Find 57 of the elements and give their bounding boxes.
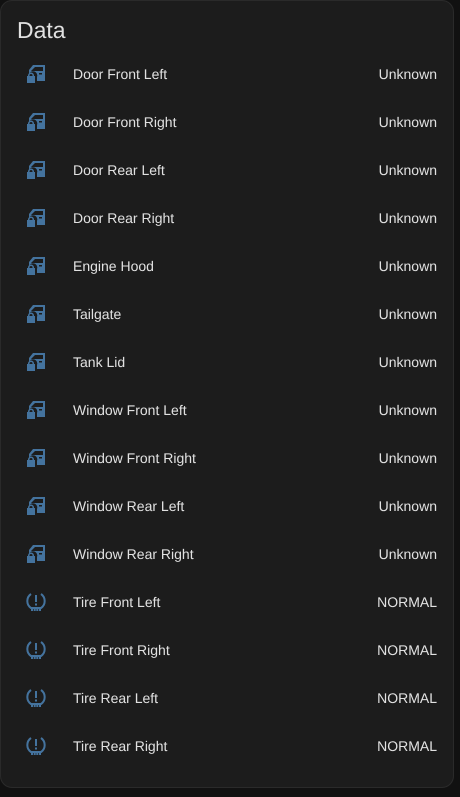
entity-state: Unknown [378,210,437,226]
entity-name: Window Front Left [73,402,188,418]
entity-state: Unknown [378,306,437,322]
entity-state: NORMAL [377,690,437,706]
card-title: Data [16,16,67,45]
entity-row[interactable]: Tailgate Unknown [24,290,437,338]
entity-row[interactable]: Tank Lid Unknown [24,338,437,386]
car-door-lock-icon [24,62,48,86]
car-door-lock-icon [24,350,48,374]
entity-row[interactable]: Engine Hood Unknown [24,242,437,290]
entity-state: NORMAL [377,738,437,754]
entity-name: Door Rear Left [73,162,166,178]
entity-state: Unknown [378,498,437,514]
entity-name: Tire Rear Right [73,738,168,754]
entity-name: Engine Hood [73,258,155,274]
entity-name: Tailgate [73,306,122,322]
entity-state: Unknown [378,546,437,562]
entity-name: Door Rear Right [73,210,176,226]
entity-row[interactable]: Tire Rear Right NORMAL [24,722,437,770]
car-door-lock-icon [24,206,48,230]
entity-name: Tire Front Right [73,642,171,658]
entity-row[interactable]: Door Front Right Unknown [24,98,437,146]
entity-row[interactable]: Window Rear Right Unknown [24,530,437,578]
entity-state: Unknown [378,354,437,370]
entity-name: Tire Front Left [73,594,162,610]
car-door-lock-icon [24,494,48,518]
car-door-lock-icon [24,254,48,278]
entity-row[interactable]: Tire Front Right NORMAL [24,626,437,674]
entity-state: Unknown [378,450,437,466]
car-door-lock-icon [24,398,48,422]
entity-row[interactable]: Door Rear Right Unknown [24,194,437,242]
car-door-lock-icon [24,302,48,326]
entity-name: Window Rear Right [73,546,195,562]
entity-name: Door Front Right [73,114,178,130]
entity-row[interactable]: Window Rear Left Unknown [24,482,437,530]
entity-row[interactable]: Door Front Left Unknown [24,50,437,98]
entity-row[interactable]: Tire Front Left NORMAL [24,578,437,626]
entity-name: Tank Lid [73,354,126,370]
entity-state: Unknown [378,66,437,82]
car-door-lock-icon [24,158,48,182]
entity-row[interactable]: Door Rear Left Unknown [24,146,437,194]
car-door-lock-icon [24,446,48,470]
entity-state: Unknown [378,114,437,130]
entity-row[interactable]: Window Front Left Unknown [24,386,437,434]
entity-row[interactable]: Window Front Right Unknown [24,434,437,482]
entity-state: Unknown [378,402,437,418]
entity-state: NORMAL [377,642,437,658]
entity-name: Window Front Right [73,450,197,466]
entity-state: Unknown [378,258,437,274]
entity-name: Window Rear Left [73,498,186,514]
entity-state: NORMAL [377,594,437,610]
entity-name: Door Front Left [73,66,168,82]
car-door-lock-icon [24,542,48,566]
car-door-lock-icon [24,110,48,134]
entity-name: Tire Rear Left [73,690,160,706]
entity-state: Unknown [378,162,437,178]
entity-row[interactable]: Tire Rear Left NORMAL [24,674,437,722]
